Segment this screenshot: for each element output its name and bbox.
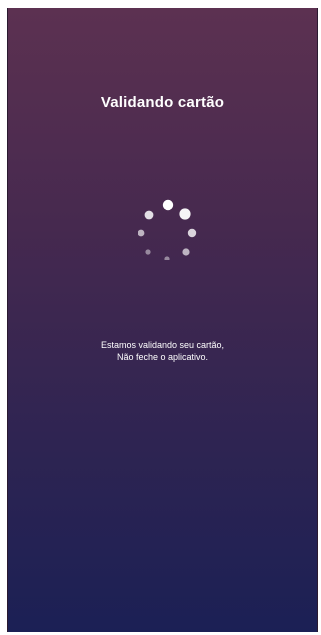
spinner-dot <box>162 199 174 211</box>
validation-message: Estamos validando seu cartão, Não feche … <box>8 339 317 363</box>
spinner-dot <box>179 208 191 220</box>
spinner-dot <box>182 248 190 256</box>
message-line-1: Estamos validando seu cartão, <box>100 340 225 350</box>
spinner-dot <box>144 210 154 220</box>
loading-spinner-icon <box>138 199 197 260</box>
message-line-2: Não feche o aplicativo. <box>116 352 209 362</box>
spinner-dot <box>164 256 170 260</box>
spinner-dot <box>138 229 145 237</box>
validation-screen: Validando cartão Estamos validando seu c… <box>7 8 318 632</box>
spinner-dot <box>145 249 151 255</box>
spinner-dot <box>187 228 197 238</box>
page-title: Validando cartão <box>100 94 225 111</box>
